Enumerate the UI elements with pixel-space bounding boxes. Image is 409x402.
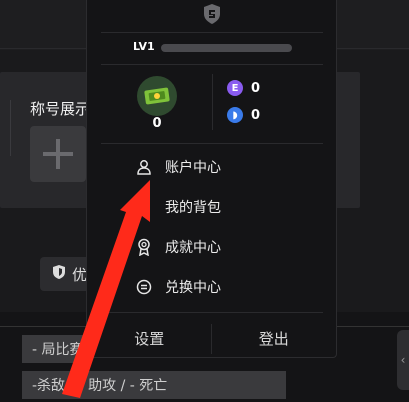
logo-icon (203, 3, 221, 25)
rank-badge-label: 优 (72, 265, 88, 284)
menu-item-achievements[interactable]: 成就中心 (135, 236, 221, 258)
user-icon (135, 158, 153, 176)
menu-item-label: 成就中心 (165, 240, 221, 256)
menu-item-label: 兑换中心 (165, 280, 221, 296)
title-display-heading: 称号展示 (30, 100, 90, 118)
ticket-medal-icon[interactable] (137, 76, 177, 116)
account-dropdown: LV1 0 E 0 ◗ 0 账户中心 我的背包 成就中心 兑换中心 设置 登出 (86, 0, 337, 358)
medal-icon (135, 238, 153, 256)
exchange-icon (135, 278, 153, 296)
menu-item-backpack[interactable]: 我的背包 (135, 196, 221, 218)
stats-divider (212, 74, 213, 130)
card-separator (10, 100, 11, 156)
divider (101, 64, 323, 65)
menu-item-label: 我的背包 (165, 200, 221, 216)
logout-button[interactable]: 登出 (212, 328, 337, 349)
level-progress-bar (161, 44, 292, 52)
kda-chip: -杀敌 / - 助攻 / - 死亡 (22, 371, 286, 399)
blue-coin-icon: ◗ (227, 107, 243, 123)
currency-b-value: 0 (251, 107, 261, 123)
e-coin-icon: E (227, 80, 243, 96)
divider (101, 312, 323, 313)
medal-count: 0 (152, 116, 162, 131)
add-title-button[interactable] (30, 126, 86, 182)
shield-icon (52, 264, 66, 284)
match-count-chip: - 局比赛 (22, 335, 90, 363)
currency-e-value: 0 (251, 80, 261, 96)
divider (101, 32, 323, 33)
currency-b: ◗ 0 (227, 107, 260, 123)
menu-item-exchange[interactable]: 兑换中心 (135, 276, 221, 298)
level-label: LV1 (133, 40, 155, 53)
dropdown-footer: 设置 登出 (87, 328, 336, 349)
settings-button[interactable]: 设置 (87, 328, 212, 349)
menu-item-label: 账户中心 (165, 160, 221, 176)
chevron-left-icon: ‹ (400, 353, 406, 367)
currency-e: E 0 (227, 80, 260, 96)
backpack-icon (135, 198, 153, 216)
menu-item-account-center[interactable]: 账户中心 (135, 156, 221, 178)
divider (101, 143, 323, 144)
side-expand-tab[interactable]: ‹ (397, 330, 409, 390)
